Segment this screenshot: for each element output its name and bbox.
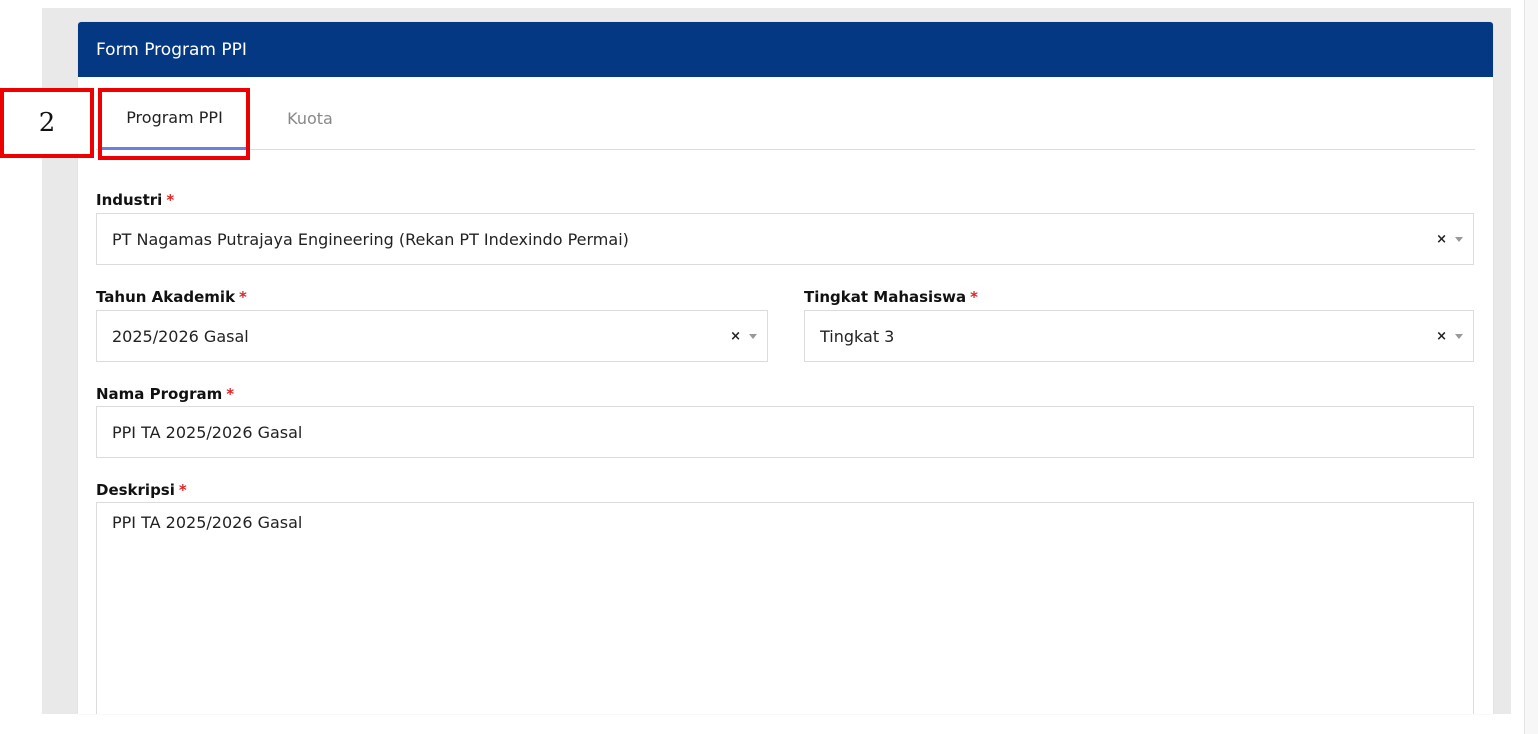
form-title: Form Program PPI (96, 39, 247, 60)
required-mark: * (239, 288, 247, 306)
tahun-akademik-select[interactable]: 2025/2026 Gasal × (96, 310, 768, 362)
tahun-akademik-label: Tahun Akademik * (96, 288, 247, 306)
tab-kuota[interactable]: Kuota (270, 87, 350, 150)
nama-program-label-text: Nama Program (96, 385, 223, 403)
clear-icon[interactable]: × (1436, 232, 1447, 247)
annotation-number-text: 2 (38, 108, 56, 138)
deskripsi-label-text: Deskripsi (96, 481, 175, 499)
clear-icon[interactable]: × (1436, 329, 1447, 344)
required-mark: * (178, 481, 187, 499)
tahun-akademik-label-text: Tahun Akademik (96, 288, 236, 306)
nama-program-input[interactable]: PPI TA 2025/2026 Gasal (96, 406, 1474, 458)
tab-bar: Program PPI Kuota (96, 87, 1475, 150)
chevron-down-icon[interactable] (1455, 236, 1463, 242)
deskripsi-value: PPI TA 2025/2026 Gasal (112, 513, 303, 532)
industri-value: PT Nagamas Putrajaya Engineering (Rekan … (112, 229, 629, 249)
clear-icon[interactable]: × (730, 329, 741, 344)
nama-program-label: Nama Program * (96, 385, 234, 403)
tingkat-mahasiswa-label: Tingkat Mahasiswa * (804, 288, 978, 306)
scrollbar-track[interactable] (1524, 0, 1538, 734)
chevron-down-icon[interactable] (749, 333, 757, 339)
tingkat-mahasiswa-select[interactable]: Tingkat 3 × (804, 310, 1474, 362)
nama-program-value: PPI TA 2025/2026 Gasal (112, 422, 303, 442)
required-mark: * (166, 191, 175, 209)
tab-kuota-label: Kuota (287, 109, 333, 128)
industri-label-text: Industri (96, 191, 163, 209)
deskripsi-label: Deskripsi * (96, 481, 187, 499)
deskripsi-textarea[interactable]: PPI TA 2025/2026 Gasal (96, 502, 1474, 714)
tingkat-mahasiswa-label-text: Tingkat Mahasiswa (804, 288, 967, 306)
chevron-down-icon[interactable] (1455, 333, 1463, 339)
industri-label: Industri * (96, 191, 174, 209)
tingkat-mahasiswa-value: Tingkat 3 (820, 326, 895, 346)
annotation-highlight-box (98, 88, 250, 160)
industri-select[interactable]: PT Nagamas Putrajaya Engineering (Rekan … (96, 213, 1474, 265)
form-header: Form Program PPI (78, 22, 1493, 77)
required-mark: * (226, 385, 235, 403)
tahun-akademik-value: 2025/2026 Gasal (112, 326, 249, 346)
annotation-step-number: 2 (0, 88, 94, 158)
required-mark: * (970, 288, 978, 306)
form-card: Form Program PPI Program PPI Kuota Indus… (78, 22, 1493, 714)
